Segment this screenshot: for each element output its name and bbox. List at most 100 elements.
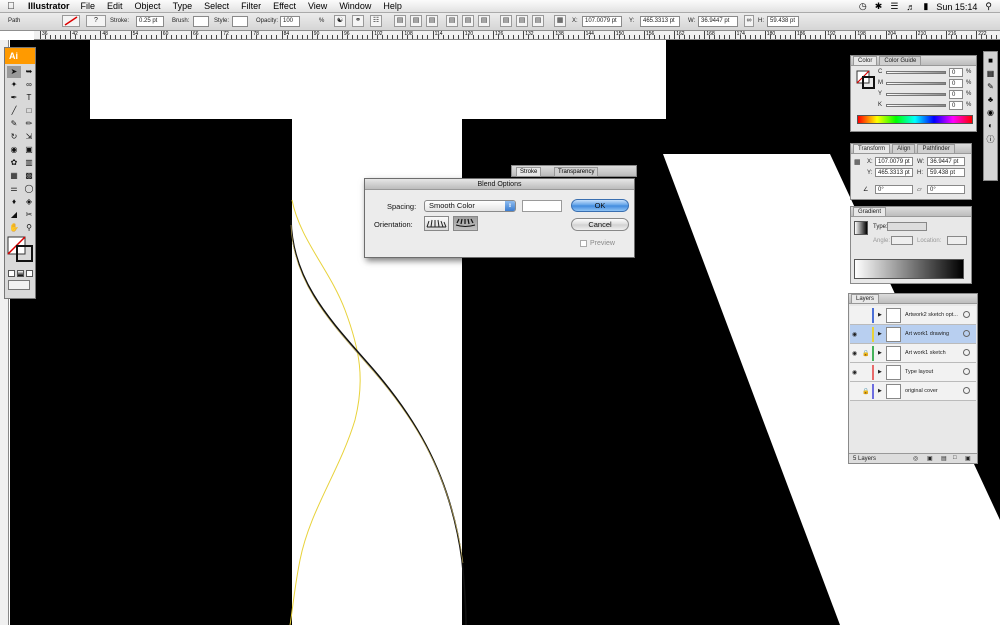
tab-transform[interactable]: Transform bbox=[853, 144, 891, 153]
spacing-value-field[interactable] bbox=[522, 200, 562, 212]
layer-target-icon[interactable] bbox=[963, 311, 970, 318]
layer-row[interactable]: ▶ Artwork2 sketch opt... bbox=[850, 306, 976, 325]
live-paint-selection-tool-icon[interactable]: ◈ bbox=[22, 196, 36, 208]
dock-brushes-icon[interactable]: ✎ bbox=[987, 82, 994, 91]
layer-target-icon[interactable] bbox=[963, 349, 970, 356]
zoom-tool-icon[interactable]: ⚲ bbox=[22, 222, 36, 234]
layer-target-icon[interactable] bbox=[963, 387, 970, 394]
stroke-weight-field[interactable]: 0.25 pt bbox=[136, 16, 164, 27]
gradient-location-field[interactable] bbox=[947, 236, 967, 245]
color-fill-stroke-swatch[interactable] bbox=[856, 70, 876, 90]
menu-type[interactable]: Type bbox=[173, 1, 193, 11]
h-field[interactable]: 59.438 pt bbox=[767, 16, 799, 27]
layer-target-icon[interactable] bbox=[963, 330, 970, 337]
reference-point-locator-icon[interactable]: ▦ bbox=[854, 158, 861, 166]
battery-icon[interactable]: ▮ bbox=[923, 1, 928, 12]
locate-object-icon[interactable]: ◎ bbox=[913, 455, 918, 462]
rotate-tool-icon[interactable]: ↻ bbox=[7, 131, 21, 143]
align-bottom-icon[interactable]: ▤ bbox=[478, 15, 490, 27]
line-tool-icon[interactable]: ╱ bbox=[7, 105, 21, 117]
apple-menu-icon[interactable]:  bbox=[0, 1, 22, 12]
menu-effect[interactable]: Effect bbox=[273, 1, 296, 11]
tab-color[interactable]: Color bbox=[853, 56, 878, 65]
rotate-angle-field[interactable]: 0° bbox=[875, 185, 913, 194]
color-mode-icon[interactable] bbox=[8, 270, 15, 277]
paintbrush-tool-icon[interactable]: ✎ bbox=[7, 118, 21, 130]
scissors-tool-icon[interactable]: ✂ bbox=[22, 209, 36, 221]
cancel-button[interactable]: Cancel bbox=[571, 218, 629, 231]
channel-k-slider[interactable] bbox=[886, 104, 946, 107]
gradient-tool-icon[interactable]: ▩ bbox=[22, 170, 36, 182]
distribute-center-icon[interactable]: ▤ bbox=[516, 15, 528, 27]
delete-layer-icon[interactable]: ▣ bbox=[965, 455, 971, 462]
shear-angle-field[interactable]: 0° bbox=[927, 185, 965, 194]
menu-edit[interactable]: Edit bbox=[107, 1, 123, 11]
lasso-tool-icon[interactable]: ∞ bbox=[22, 79, 36, 91]
menu-select[interactable]: Select bbox=[204, 1, 229, 11]
selection-tool-icon[interactable]: ➤ bbox=[7, 66, 21, 78]
preview-checkbox[interactable]: Preview bbox=[580, 240, 615, 247]
warp-tool-icon[interactable]: ◉ bbox=[7, 144, 21, 156]
align-left-icon[interactable]: ▤ bbox=[394, 15, 406, 27]
app-menu[interactable]: Illustrator bbox=[28, 1, 70, 11]
tab-color-guide[interactable]: Color Guide bbox=[879, 56, 922, 65]
preview-checkbox-box[interactable] bbox=[580, 240, 587, 247]
crop-tool-icon[interactable]: ◢ bbox=[7, 209, 21, 221]
screen-mode-icon[interactable] bbox=[8, 280, 30, 290]
lock-icon[interactable]: 🔒 bbox=[862, 350, 869, 357]
none-mode-icon[interactable] bbox=[26, 270, 33, 277]
transform-y-field[interactable]: 465.3313 pt bbox=[875, 168, 913, 177]
dock-info-icon[interactable]: ⓘ bbox=[987, 134, 995, 145]
channel-y-slider[interactable] bbox=[886, 93, 946, 96]
menu-help[interactable]: Help bbox=[383, 1, 402, 11]
reference-point-icon[interactable]: ▦ bbox=[554, 15, 566, 27]
bluetooth-icon[interactable]: ✱ bbox=[875, 1, 883, 12]
visibility-eye-icon[interactable]: ◉ bbox=[852, 331, 857, 338]
fill-stroke-swatch[interactable] bbox=[7, 236, 35, 264]
layer-target-icon[interactable] bbox=[963, 368, 970, 375]
spotlight-icon[interactable]: ⚲ bbox=[985, 1, 992, 12]
direct-selection-tool-icon[interactable]: ➥ bbox=[22, 66, 36, 78]
expand-triangle-icon[interactable]: ▶ bbox=[878, 388, 882, 394]
constrain-link-icon[interactable]: ∞ bbox=[744, 15, 754, 27]
new-layer-icon[interactable]: □ bbox=[953, 455, 957, 461]
visibility-eye-icon[interactable]: ◉ bbox=[852, 369, 857, 376]
gradient-angle-field[interactable] bbox=[891, 236, 913, 245]
layer-name[interactable]: Artwork2 sketch opt... bbox=[905, 312, 958, 318]
layer-row[interactable]: ◉ 🔒 ▶ Art work1 sketch bbox=[850, 344, 976, 363]
tab-transparency[interactable]: Transparency bbox=[554, 167, 599, 177]
ok-button[interactable]: OK bbox=[571, 199, 629, 212]
distribute-top-icon[interactable]: ▤ bbox=[500, 15, 512, 27]
tab-stroke[interactable]: Stroke bbox=[516, 167, 542, 177]
opacity-field[interactable]: 100 bbox=[280, 16, 300, 27]
tab-pathfinder[interactable]: Pathfinder bbox=[917, 144, 955, 153]
pencil-tool-icon[interactable]: ✏ bbox=[22, 118, 36, 130]
distribute-bottom-icon[interactable]: ▤ bbox=[532, 15, 544, 27]
free-transform-tool-icon[interactable]: ▣ bbox=[22, 144, 36, 156]
menu-window[interactable]: Window bbox=[339, 1, 371, 11]
color-spectrum-bar[interactable] bbox=[857, 115, 973, 124]
volume-icon[interactable]: ♬ bbox=[906, 2, 915, 12]
tab-align[interactable]: Align bbox=[892, 144, 916, 153]
tab-gradient[interactable]: Gradient bbox=[853, 207, 887, 216]
magic-wand-tool-icon[interactable]: ✦ bbox=[7, 79, 21, 91]
align-to-page-button[interactable] bbox=[424, 216, 449, 231]
gradient-mode-icon[interactable] bbox=[17, 270, 24, 277]
expand-triangle-icon[interactable]: ▶ bbox=[878, 369, 882, 375]
type-tool-icon[interactable]: T bbox=[22, 92, 36, 104]
visibility-eye-icon[interactable]: ◉ bbox=[852, 350, 857, 357]
channel-y-value[interactable]: 0 bbox=[949, 90, 963, 99]
dock-swatches-icon[interactable]: ▦ bbox=[987, 69, 995, 78]
menu-view[interactable]: View bbox=[308, 1, 327, 11]
gradient-type-select[interactable] bbox=[887, 222, 927, 231]
layer-row[interactable]: ◉ ▶ Art work1 drawing bbox=[850, 325, 976, 344]
pen-tool-icon[interactable]: ✒ bbox=[7, 92, 21, 104]
align-middle-icon[interactable]: ▤ bbox=[462, 15, 474, 27]
layer-name[interactable]: Type layout bbox=[905, 369, 933, 375]
channel-m-value[interactable]: 0 bbox=[949, 79, 963, 88]
menu-filter[interactable]: Filter bbox=[241, 1, 261, 11]
time-machine-icon[interactable]: ◷ bbox=[859, 1, 867, 12]
menu-file[interactable]: File bbox=[81, 1, 96, 11]
dock-symbols-icon[interactable]: ♣ bbox=[988, 95, 993, 104]
align-to-path-button[interactable] bbox=[453, 216, 478, 231]
